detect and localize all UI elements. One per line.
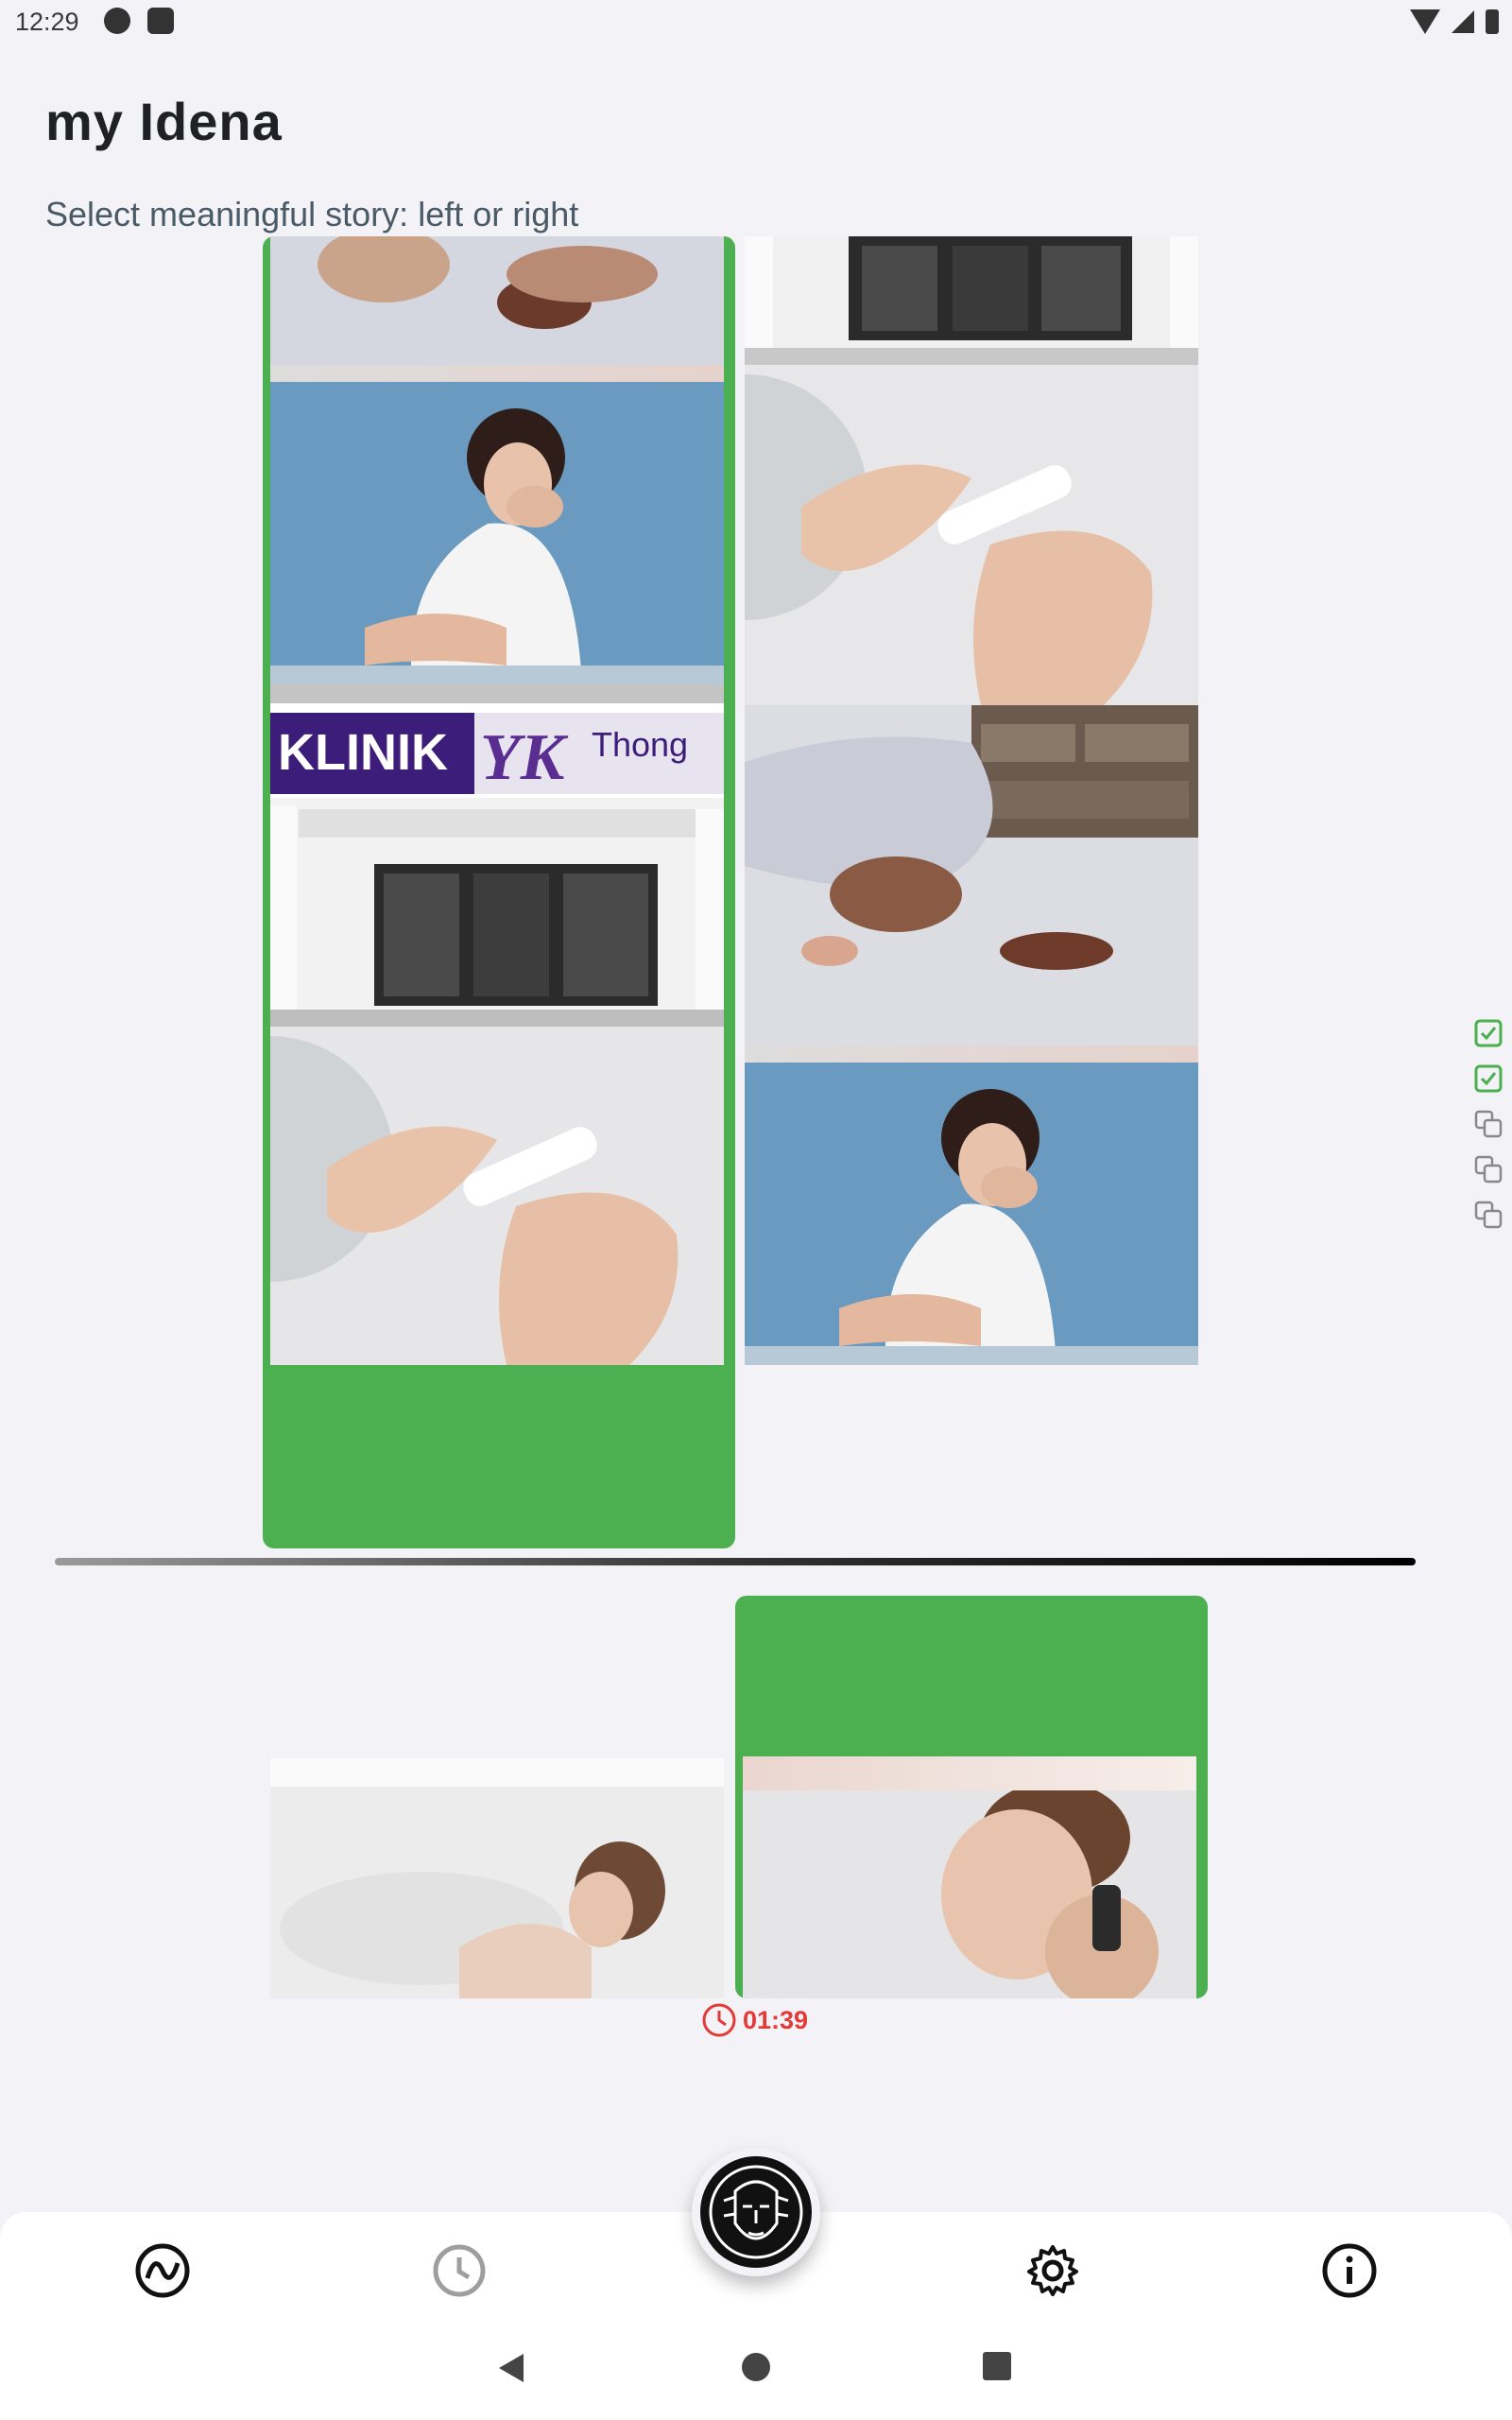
checkbox-checked-icon <box>1474 1019 1503 1047</box>
story-frame <box>743 1790 1196 1998</box>
checkbox-checked-icon <box>1474 1064 1503 1093</box>
woman-phone-image <box>743 1790 1196 1998</box>
sd-card-icon <box>147 8 174 34</box>
history-clock-icon <box>433 2244 486 2297</box>
info-icon <box>1322 2243 1377 2298</box>
home-icon[interactable] <box>741 2352 771 2382</box>
timer-value: 01:39 <box>743 2005 809 2034</box>
clinic-entrance-image <box>745 236 1198 365</box>
pregnancy-test-image <box>270 1027 724 1365</box>
nav-info-button[interactable] <box>1319 2240 1380 2301</box>
clinic-logo-text: YK <box>480 721 569 794</box>
validation-timer: 01:39 <box>701 2002 808 2038</box>
bottom-story-left[interactable] <box>263 1758 735 1998</box>
page-title: my Idena <box>45 92 283 151</box>
frame-gap <box>270 684 724 703</box>
clinic-sign-text: KLINIK <box>278 724 448 781</box>
nav-settings-button[interactable] <box>1022 2240 1083 2301</box>
recents-icon[interactable] <box>983 2352 1011 2380</box>
person-on-bed-image <box>270 236 724 365</box>
frame-gap <box>270 365 724 382</box>
top-story-left[interactable]: KLINIK YK Thong <box>263 236 735 1548</box>
nav-identity-button[interactable] <box>692 2148 820 2276</box>
nav-wallet-button[interactable] <box>132 2240 193 2301</box>
copy-icon <box>1474 1155 1503 1184</box>
wifi-icon <box>1410 9 1440 34</box>
story-frame <box>270 1758 724 1998</box>
frame-gap <box>743 1756 1196 1790</box>
top-story-right[interactable] <box>737 236 1210 1390</box>
story-frame <box>270 236 724 365</box>
signal-icon <box>1452 10 1474 33</box>
status-system-icons <box>1410 9 1499 34</box>
clinic-name-text: Thong <box>592 725 688 764</box>
story-frame <box>745 236 1198 365</box>
idena-avatar-icon <box>700 2156 812 2268</box>
copy-icon <box>1474 1201 1503 1229</box>
status-bar: 12:29 <box>0 0 1512 49</box>
battery-icon <box>1486 9 1499 34</box>
woman-bath-image <box>270 1758 724 1998</box>
frame-gap <box>270 1010 724 1027</box>
status-notification-icons <box>104 8 174 34</box>
story-frame: KLINIK YK Thong <box>270 703 724 1010</box>
frame-gap <box>745 1046 1198 1063</box>
status-time: 12:29 <box>15 8 79 36</box>
story-frame <box>270 382 724 684</box>
story-frame <box>745 365 1198 705</box>
pregnancy-test-image <box>745 365 1198 705</box>
idena-coin-icon <box>135 2243 190 2298</box>
app-notification-icon <box>104 8 130 34</box>
settings-gear-icon <box>1027 2245 1078 2296</box>
clinic-storefront-image: KLINIK YK Thong <box>270 703 724 1010</box>
woman-nausea-image <box>270 382 724 684</box>
back-icon[interactable] <box>497 2352 525 2384</box>
story-frame <box>745 1063 1198 1365</box>
bottom-story-right[interactable] <box>735 1596 1208 1998</box>
woman-nausea-image <box>745 1063 1198 1365</box>
instruction-text: Select meaningful story: left or right <box>45 195 579 233</box>
flips-divider <box>55 1558 1416 1565</box>
story-frame <box>745 705 1198 1046</box>
copy-icon <box>1474 1110 1503 1138</box>
story-frame <box>270 1027 724 1365</box>
nav-history-button[interactable] <box>429 2240 490 2301</box>
timer-clock-icon <box>702 2003 736 2037</box>
flip-progress-indicators <box>1474 1019 1506 1246</box>
person-on-bed-image <box>745 705 1198 1046</box>
